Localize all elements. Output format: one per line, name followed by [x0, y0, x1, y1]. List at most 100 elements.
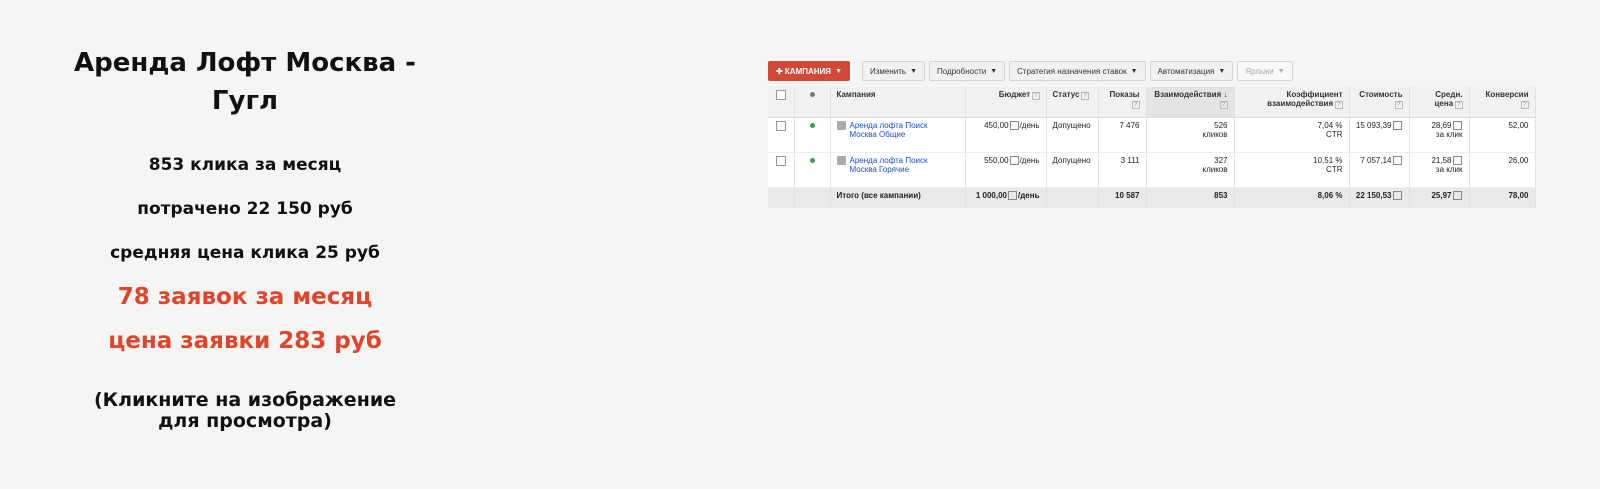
edit-icon[interactable]	[1009, 121, 1019, 131]
campaign-link[interactable]: Аренда лофта Поиск Москва Общие	[850, 121, 928, 139]
help-icon[interactable]: ?	[1132, 101, 1140, 109]
impressions-cell: 3 111	[1098, 152, 1147, 188]
col-interaction-rate[interactable]: Коэффициент взаимодействия?	[1234, 87, 1350, 118]
budget-value: 450,00	[984, 121, 1009, 130]
campaigns-table: Кампания Бюджет? Статус? Показы? Взаимод…	[768, 87, 1536, 208]
chart-icon[interactable]	[1452, 121, 1462, 131]
chart-icon[interactable]	[1452, 156, 1462, 166]
cost-value: 15 093,39	[1355, 121, 1392, 130]
cost-cell: 15 093,39	[1349, 117, 1410, 153]
clicks-stat: 853 клика за месяц	[148, 155, 342, 175]
help-icon[interactable]: ?	[1032, 92, 1040, 100]
budget-cell[interactable]: 550,00/день	[965, 152, 1047, 188]
total-avg-cpc-value: 25,97	[1431, 191, 1452, 200]
interactions-value: 526	[1214, 121, 1228, 130]
campaign-link[interactable]: Аренда лофта Поиск Москва Горячие	[850, 156, 928, 174]
row-checkbox[interactable]	[775, 156, 786, 166]
title-line-1: Аренда Лофт Москва -	[74, 48, 416, 78]
page-title: Аренда Лофт Москва - Гугл	[60, 44, 430, 120]
bid-strategy-button[interactable]: Стратегия назначения ставок ▼	[1009, 61, 1146, 81]
chevron-down-icon: ▼	[1130, 67, 1138, 75]
chart-icon[interactable]	[1392, 156, 1402, 166]
budget-cell[interactable]: 450,00/день	[965, 117, 1047, 153]
col-interactions[interactable]: Взаимодействия ↓?	[1146, 87, 1235, 118]
campaign-name-cell: Аренда лофта Поиск Москва Горячие	[830, 152, 966, 188]
col-rate-label-2: взаимодействия	[1267, 99, 1334, 108]
chevron-down-icon: ▼	[1277, 67, 1285, 75]
table-row: Аренда лофта Поиск Москва Горячие 550,00/…	[768, 152, 1536, 188]
col-avg-cpc[interactable]: Средн. цена?	[1409, 87, 1470, 118]
summary-panel: Аренда Лофт Москва - Гугл 853 клика за м…	[60, 44, 430, 451]
avg-cpc-value: 28,69	[1431, 121, 1452, 130]
spent-stat: потрачено 22 150 руб	[137, 199, 353, 219]
empty-cell	[1046, 187, 1099, 208]
campaign-name-1: Аренда лофта Поиск	[849, 156, 928, 165]
impressions-cell: 7 476	[1098, 117, 1147, 153]
status-dot-header	[794, 87, 831, 118]
col-conversions[interactable]: Конверсии?	[1469, 87, 1536, 118]
col-cost[interactable]: Стоимость?	[1349, 87, 1410, 118]
total-rate: 8,06 %	[1234, 187, 1350, 208]
edit-label: Изменить	[870, 66, 907, 76]
col-status[interactable]: Статус?	[1046, 87, 1099, 118]
enabled-dot-icon	[809, 123, 815, 128]
total-cost-cell: 22 150,53	[1349, 187, 1410, 208]
col-avg-cpc-label-1: Средн.	[1435, 90, 1463, 99]
select-all-checkbox[interactable]	[775, 90, 786, 100]
edit-icon	[1008, 191, 1017, 201]
help-icon[interactable]: ?	[1220, 101, 1228, 109]
cost-value: 7 057,14	[1360, 156, 1392, 165]
chart-icon	[1392, 191, 1402, 201]
help-icon[interactable]: ?	[1081, 92, 1089, 100]
labels-button[interactable]: Ярлыки ▼	[1237, 61, 1293, 81]
add-campaign-button[interactable]: ✚ КАМПАНИЯ ▼	[768, 61, 850, 81]
help-icon[interactable]: ?	[1455, 101, 1463, 109]
chart-icon	[1452, 191, 1462, 201]
rate-unit: CTR	[1326, 130, 1343, 139]
conversions-cell: 52,00	[1469, 117, 1536, 153]
conversions-cell: 26,00	[1469, 152, 1536, 188]
details-button[interactable]: Подробности ▼	[929, 61, 1006, 81]
total-conversions: 78,00	[1469, 187, 1536, 208]
campaign-name-2: Москва Горячие	[849, 165, 910, 174]
help-icon[interactable]: ?	[1521, 101, 1529, 109]
row-checkbox[interactable]	[775, 121, 786, 131]
chart-icon[interactable]	[1392, 121, 1402, 131]
help-icon[interactable]: ?	[1335, 101, 1343, 109]
automation-button[interactable]: Автоматизация ▼	[1149, 61, 1234, 81]
rate-cell: 7,04 % CTR	[1234, 117, 1350, 153]
title-line-2: Гугл	[211, 86, 279, 116]
col-campaign[interactable]: Кампания	[830, 87, 966, 118]
add-campaign-label: ✚ КАМПАНИЯ	[776, 66, 832, 76]
row-select-cell[interactable]	[768, 117, 795, 153]
interactions-cell: 526 кликов	[1146, 117, 1235, 153]
avg-cpc-cell: 21,58 за клик	[1409, 152, 1470, 188]
col-impressions-label: Показы	[1109, 90, 1140, 99]
budget-value: 550,00	[984, 156, 1009, 165]
row-status-cell	[794, 117, 831, 153]
click-note: (Кликните на изображение для просмотра)	[60, 390, 430, 432]
sort-down-icon: ↓	[1223, 90, 1228, 99]
empty-cell	[794, 187, 831, 208]
chevron-down-icon: ▼	[910, 67, 918, 75]
total-budget-unit: /день	[1018, 191, 1040, 200]
avg-cpc-unit: за клик	[1435, 130, 1463, 140]
rate-value: 7,04 %	[1317, 121, 1343, 130]
col-budget-label: Бюджет	[998, 90, 1031, 99]
help-icon[interactable]: ?	[1395, 101, 1403, 109]
row-select-cell[interactable]	[768, 152, 795, 188]
interactions-cell: 327 кликов	[1146, 152, 1235, 188]
bid-strategy-label: Стратегия назначения ставок	[1017, 66, 1127, 76]
select-all-cell[interactable]	[768, 87, 795, 118]
col-status-label: Статус	[1052, 90, 1080, 99]
empty-cell	[768, 187, 795, 208]
col-avg-cpc-label-2: цена	[1434, 99, 1454, 108]
note-line-2: для просмотра)	[158, 410, 332, 432]
col-impressions[interactable]: Показы?	[1098, 87, 1147, 118]
edit-button[interactable]: Изменить ▼	[862, 61, 926, 81]
edit-icon[interactable]	[1009, 156, 1019, 166]
ads-screenshot[interactable]: ✚ КАМПАНИЯ ▼ Изменить ▼ Подробности ▼ Ст…	[768, 60, 1536, 208]
interactions-value: 327	[1214, 156, 1228, 165]
col-budget[interactable]: Бюджет?	[965, 87, 1047, 118]
avg-cpc-value: 21,58	[1431, 156, 1452, 165]
